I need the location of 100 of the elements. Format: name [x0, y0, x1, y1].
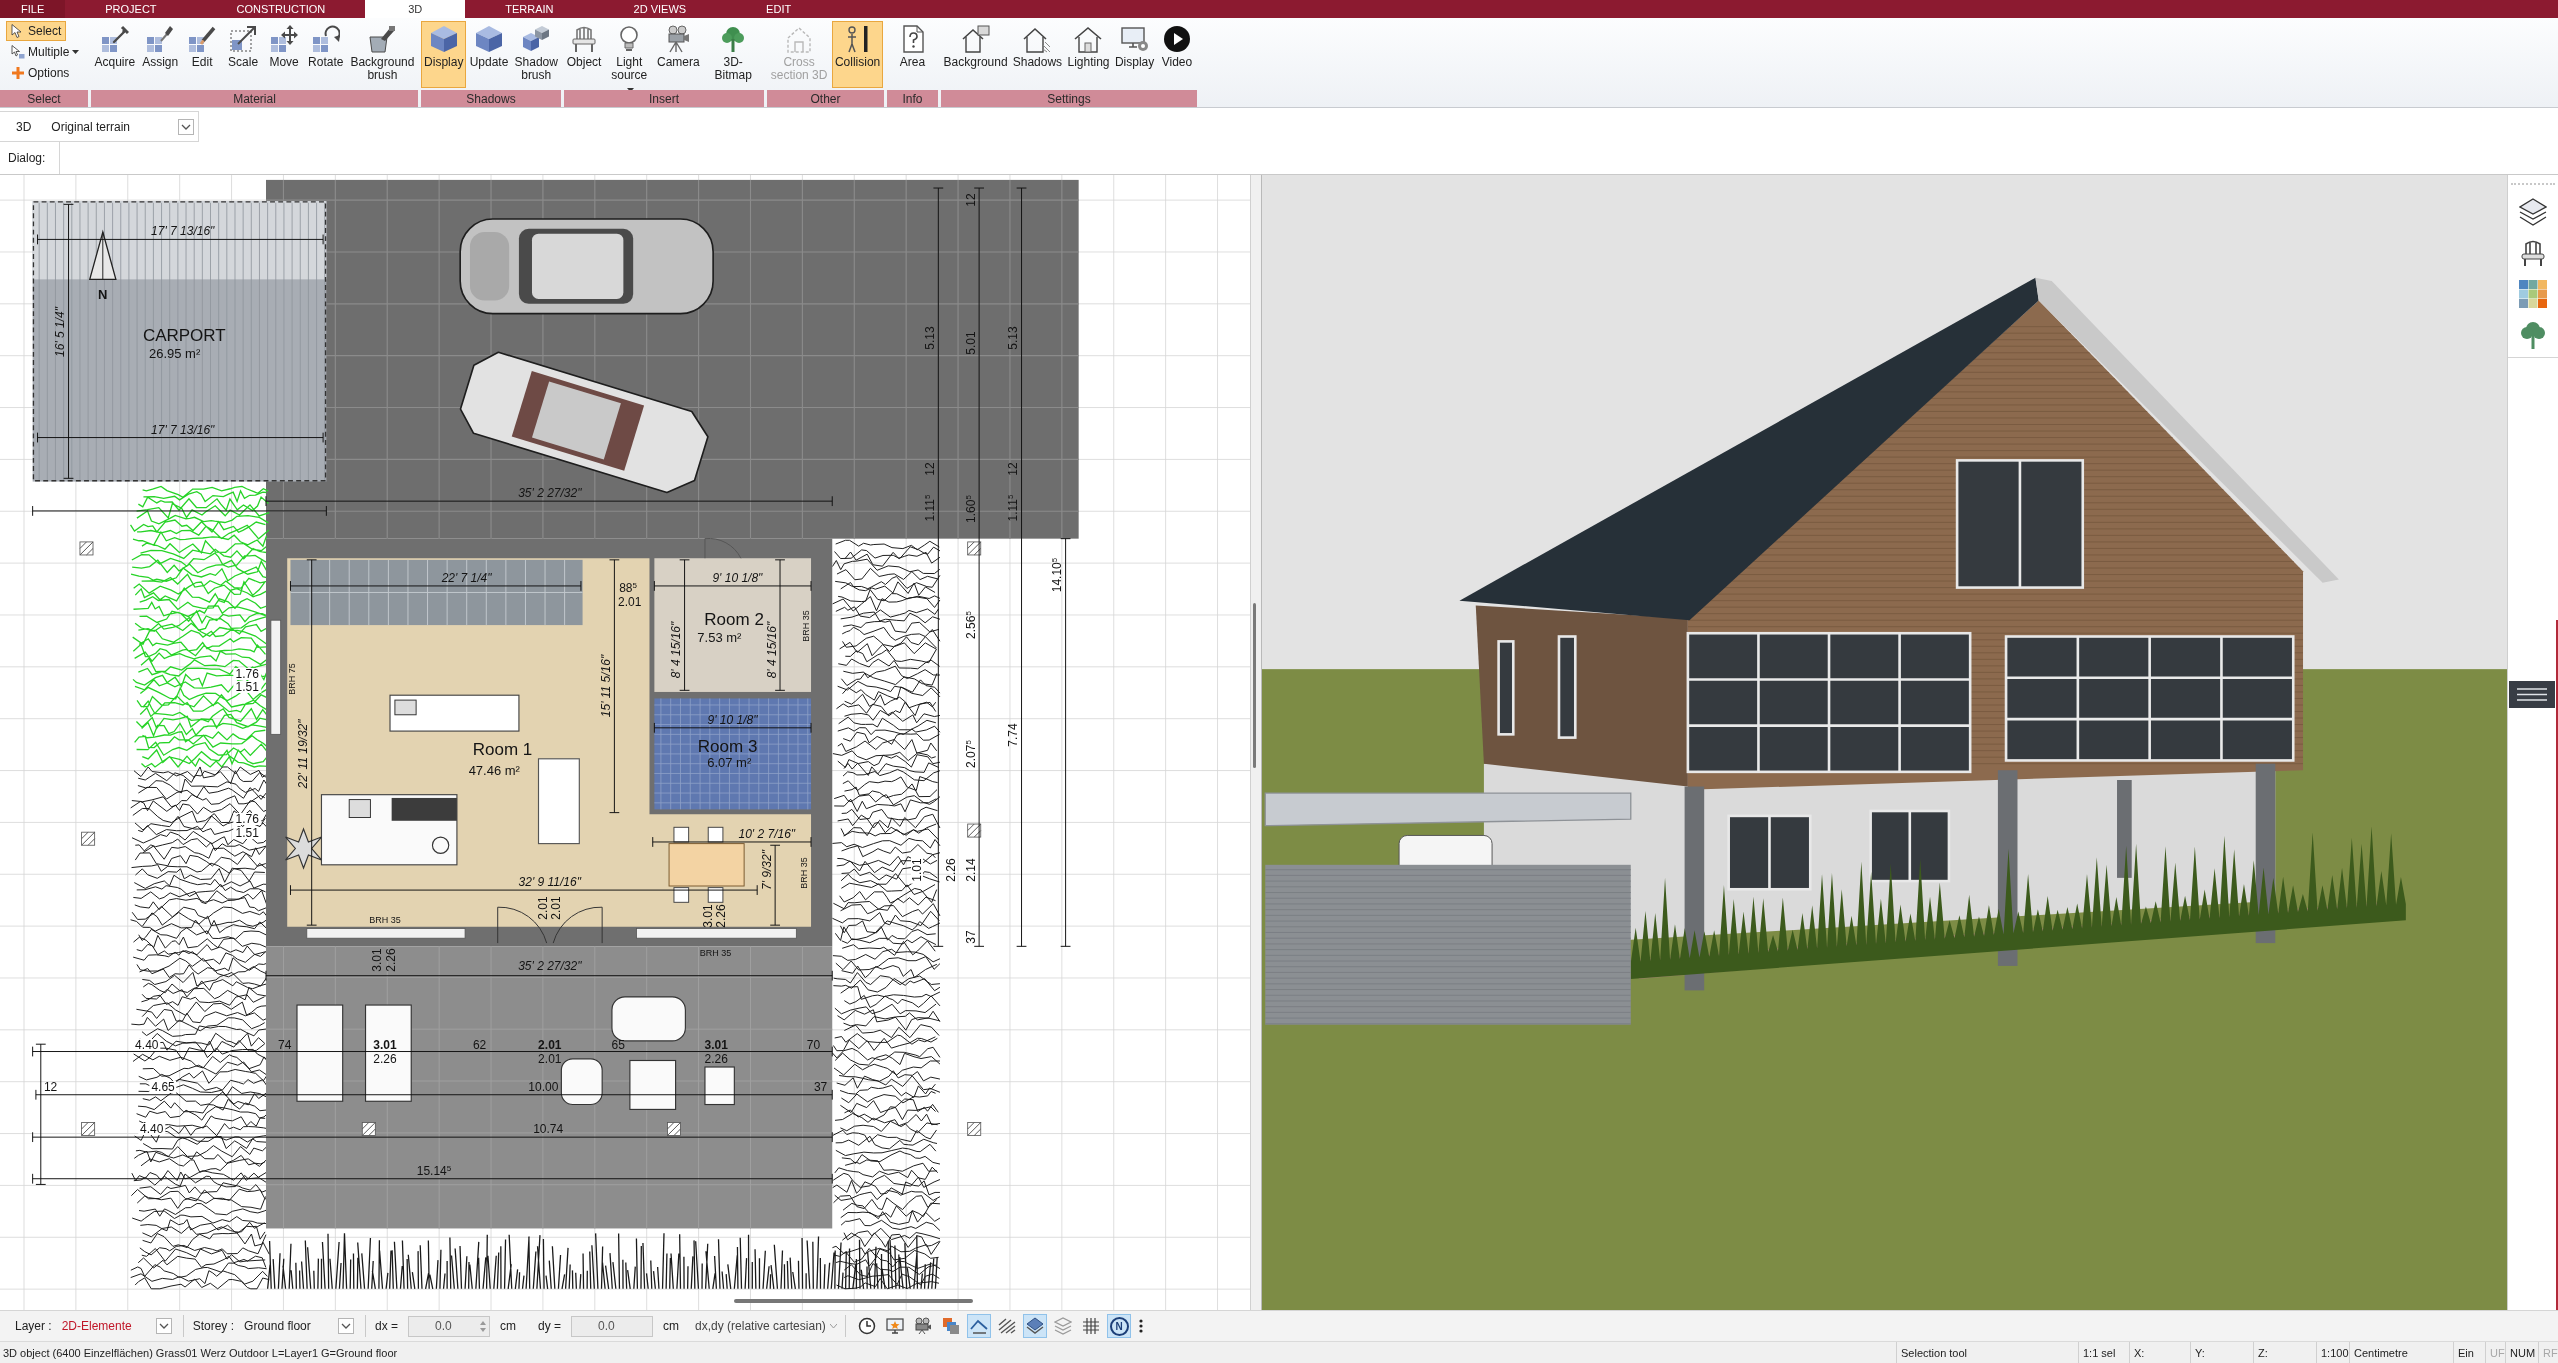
menu-tab[interactable]: FILE	[0, 0, 66, 18]
plus-icon	[11, 66, 25, 80]
pencil-icon	[188, 25, 217, 53]
status-field: NUM	[2505, 1342, 2538, 1363]
clock-icon	[858, 1317, 877, 1335]
ribbon-button[interactable]: 3D-Bitmap	[702, 21, 764, 88]
ribbon-button[interactable]: Display	[1112, 21, 1157, 88]
unit-label: cm	[500, 1319, 517, 1333]
status-field: Y:	[2190, 1342, 2253, 1363]
menu-tab[interactable]: EDIT	[726, 0, 832, 18]
paintbrush-icon	[146, 25, 175, 53]
panel-splitter[interactable]	[1250, 175, 1262, 1310]
dimension-label: 1.51	[233, 681, 261, 694]
menu-tab[interactable]: TERRAIN	[465, 0, 594, 18]
scrollbar-thumb[interactable]	[734, 1299, 973, 1303]
ribbon-button[interactable]: Multiple	[6, 42, 85, 62]
caret-icon[interactable]	[178, 118, 194, 135]
carport-name: CARPORT	[142, 326, 226, 344]
ribbon-button[interactable]: Shadows	[1010, 21, 1065, 88]
ribbon-button[interactable]: Shadow brush	[511, 21, 561, 88]
resize-icon	[229, 25, 258, 53]
ribbon-button[interactable]: Light source	[604, 21, 655, 88]
sill-height-label: BRH 35	[369, 915, 401, 925]
sill-height-label: BRH 35	[799, 857, 809, 889]
dimension-label: 70	[806, 1038, 821, 1051]
ribbon-button[interactable]: Assign	[139, 21, 182, 88]
layers-icon[interactable]	[2519, 198, 2547, 226]
dx-field[interactable]: 0.0	[408, 1315, 491, 1337]
scrollbar-thumb[interactable]	[1253, 603, 1256, 768]
dimension-label: 5.01	[964, 331, 977, 355]
chair-icon[interactable]	[2519, 239, 2547, 267]
ribbon-button[interactable]: Scale	[223, 21, 264, 88]
ribbon-button[interactable]: Display	[421, 21, 467, 88]
ribbon-button[interactable]: Edit	[182, 21, 223, 88]
dimension-label: 10' 2 7/16"	[738, 828, 796, 841]
ribbon-button[interactable]: Rotate	[305, 21, 347, 88]
ribbon-button[interactable]: Object	[564, 21, 605, 88]
hatch-icon	[998, 1317, 1017, 1335]
ribbon-button[interactable]: Video	[1157, 21, 1197, 88]
ribbon-button[interactable]: Area	[892, 21, 933, 88]
dimension-label: 2.14	[964, 858, 977, 882]
more-icon[interactable]	[1139, 1319, 1144, 1333]
dimension-label: 1.76	[233, 668, 261, 681]
dimension-label: 2.26	[704, 1053, 728, 1066]
coordinate-mode-dropdown[interactable]: dx,dy (relative cartesian)	[689, 1315, 837, 1337]
hatch-marker-icon	[79, 541, 94, 556]
storey-dropdown[interactable]: Ground floor	[244, 1315, 357, 1337]
ribbon-button[interactable]: Collision	[831, 21, 884, 88]
dimension-label: 17' 7 13/16"	[151, 225, 215, 238]
sill-height-label: BRH 35	[801, 610, 811, 642]
monitor-gear-icon	[1120, 25, 1149, 53]
caret-icon[interactable]	[338, 1318, 355, 1334]
chair	[673, 826, 690, 843]
group-label: Other	[767, 90, 884, 107]
menu-icon[interactable]	[2509, 681, 2555, 708]
menu-tab[interactable]: CONSTRUCTION	[196, 0, 366, 18]
ribbon-button[interactable]: Background brush	[347, 21, 418, 88]
menu-tab[interactable]: PROJECT	[65, 0, 197, 18]
chair	[704, 1066, 735, 1106]
dimension-label: 8' 4 15/16"	[765, 621, 778, 678]
dimension-label: 2.01	[550, 895, 563, 920]
status-field: Selection tool	[1896, 1342, 2078, 1363]
menu-tab[interactable]: 3D	[365, 0, 466, 18]
caret-icon[interactable]	[155, 1318, 172, 1334]
group-label: Shadows	[421, 90, 561, 107]
room-name: Room 3	[697, 737, 758, 755]
toolbar-button[interactable]	[1023, 1314, 1048, 1338]
ribbon-button[interactable]: Move	[264, 21, 305, 88]
storey-label: Storey :	[192, 1319, 235, 1333]
carport-roof[interactable]	[32, 201, 327, 482]
toolbar-button[interactable]: N	[1107, 1314, 1132, 1338]
group-label: Material	[91, 90, 418, 107]
terrain-dropdown[interactable]: Original terrain	[51, 115, 194, 138]
potted-plant	[285, 827, 323, 870]
group-label: Insert	[564, 90, 764, 107]
menu-tab[interactable]: 2D VIEWS	[593, 0, 727, 18]
cube-icon	[475, 25, 503, 53]
ribbon-button[interactable]: Camera	[654, 21, 703, 88]
ribbon-button[interactable]: Options	[6, 63, 75, 83]
ribbon-button[interactable]: Lighting	[1064, 21, 1113, 88]
dimension-label: 12	[1007, 462, 1020, 476]
dimension-label: 7.74	[1007, 722, 1020, 747]
tree-icon[interactable]	[2519, 321, 2547, 349]
dimension-label: 12	[43, 1081, 58, 1093]
color-palette-icon[interactable]	[2519, 280, 2547, 308]
ribbon-button[interactable]: Background	[941, 21, 1011, 88]
dy-field[interactable]: 0.0	[571, 1315, 654, 1337]
ribbon-button[interactable]: Acquire	[91, 21, 139, 88]
dimension-label: 37	[964, 930, 977, 944]
status-field: Centimetre	[2349, 1342, 2453, 1363]
area-label: 26.95 m²	[148, 346, 201, 360]
dimension-label: 2.01	[537, 895, 550, 920]
dimension-label: 3.01	[373, 1038, 397, 1051]
ribbon-button[interactable]: Update	[466, 21, 512, 88]
ribbon-button[interactable]: Select	[6, 21, 67, 41]
dimension-label: 10.74	[533, 1123, 564, 1136]
layer-dropdown[interactable]: 2D-Elemente	[61, 1315, 174, 1337]
toolbar-button[interactable]	[967, 1314, 992, 1338]
dx-label: dx =	[375, 1319, 399, 1333]
view-label: 3D	[16, 119, 32, 134]
